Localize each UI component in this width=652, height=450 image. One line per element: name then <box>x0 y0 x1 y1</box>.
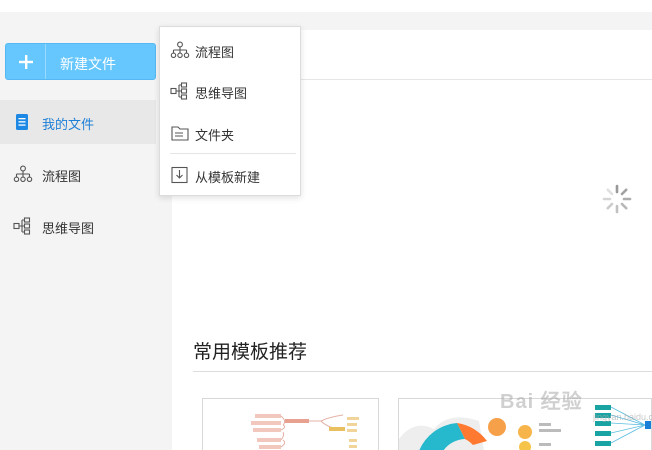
sidebar-item-flowchart[interactable]: 流程图 <box>0 152 156 196</box>
template-import-icon <box>170 166 188 184</box>
document-icon <box>13 113 31 131</box>
menu-item-label: 文件夹 <box>195 128 235 143</box>
templates-section-divider <box>193 371 652 372</box>
sidebar-item-label: 流程图 <box>42 169 82 184</box>
flowchart-icon <box>13 165 33 183</box>
top-bar <box>0 0 652 12</box>
sidebar-item-label: 我的文件 <box>42 117 95 132</box>
templates-section-title: 常用模板推荐 <box>193 342 308 363</box>
new-file-button[interactable]: 新建文件 <box>5 43 156 80</box>
mindmap-template-thumbnail <box>251 414 359 449</box>
flowchart-icon <box>170 41 190 59</box>
sidebar-item-mindmap[interactable]: 思维导图 <box>0 204 156 248</box>
loading-spinner-icon <box>601 183 633 215</box>
watermark-url: jingyan.baidu.com <box>593 412 652 422</box>
plus-icon <box>6 44 46 79</box>
mindmap-icon <box>170 82 188 100</box>
watermark-logo: Bai 经验 <box>500 391 583 413</box>
sidebar-item-label: 思维导图 <box>42 221 95 236</box>
menu-item-label: 流程图 <box>195 45 235 60</box>
menu-item-flowchart[interactable]: 流程图 <box>160 29 300 69</box>
new-file-dropdown-menu: 流程图 思维导图 文件夹 从模板新建 <box>159 26 301 196</box>
menu-item-new-from-template[interactable]: 从模板新建 <box>160 154 300 194</box>
menu-item-label: 从模板新建 <box>195 170 261 185</box>
menu-item-folder[interactable]: 文件夹 <box>160 112 300 152</box>
sidebar-item-my-files[interactable]: 我的文件 <box>0 100 156 144</box>
template-card[interactable] <box>202 398 379 450</box>
menu-item-label: 思维导图 <box>195 86 248 101</box>
new-file-label: 新建文件 <box>60 56 116 72</box>
menu-item-mindmap[interactable]: 思维导图 <box>160 70 300 110</box>
mindmap-icon <box>13 217 31 235</box>
folder-icon <box>170 124 189 142</box>
